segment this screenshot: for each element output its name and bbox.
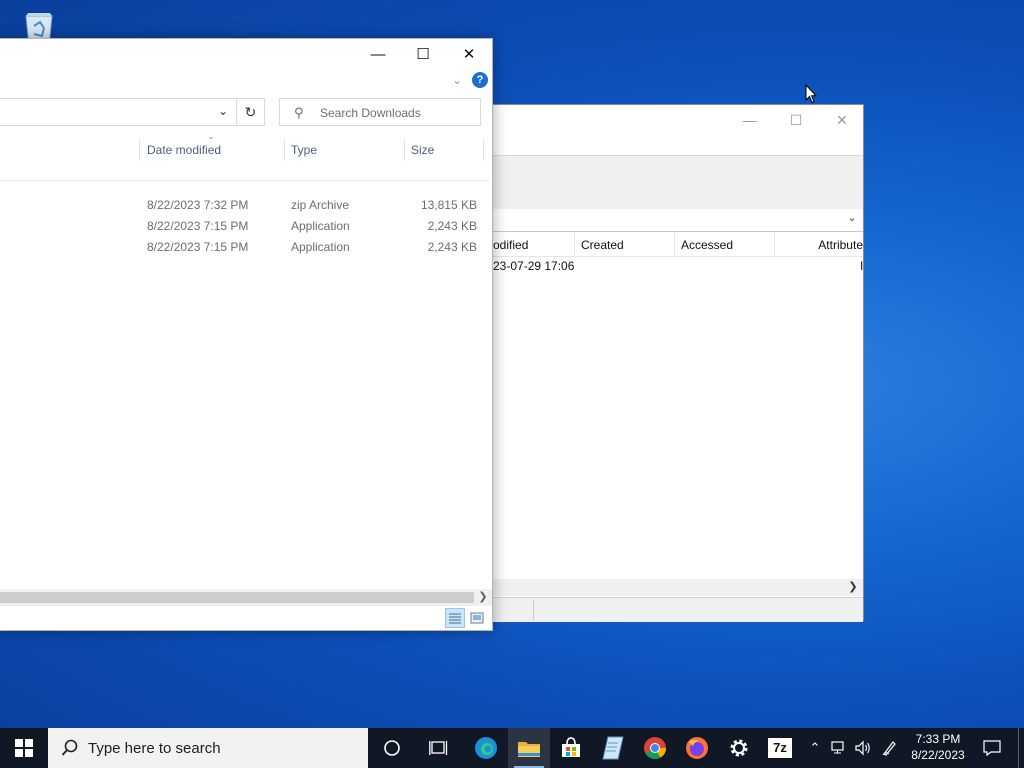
- sevenzip-titlebar[interactable]: — ☐ ✕: [471, 105, 863, 135]
- column-separator: [139, 139, 140, 161]
- file-type: Application: [291, 219, 350, 233]
- expand-ribbon-icon[interactable]: ⌄: [452, 73, 462, 87]
- volume-icon[interactable]: [852, 728, 874, 768]
- settings-icon[interactable]: [718, 728, 760, 768]
- network-icon[interactable]: [828, 728, 850, 768]
- column-separator: [404, 139, 405, 161]
- minimize-icon[interactable]: —: [727, 105, 773, 135]
- windows-icon: [15, 739, 33, 757]
- store-icon[interactable]: [550, 728, 592, 768]
- column-separator: [284, 139, 285, 161]
- search-icon: [61, 739, 78, 756]
- column-modified[interactable]: odified: [489, 232, 575, 256]
- column-created[interactable]: Created: [575, 232, 675, 256]
- clock-date: 8/22/2023: [911, 748, 965, 762]
- column-accessed[interactable]: Accessed: [675, 232, 775, 256]
- status-divider: [533, 600, 534, 620]
- help-icon[interactable]: ?: [472, 72, 488, 88]
- 7zip-icon[interactable]: 7z: [760, 728, 800, 768]
- notifications-icon[interactable]: [978, 728, 1006, 768]
- row-modified: 23-07-29 17:06: [493, 259, 575, 273]
- maximize-icon[interactable]: ☐: [773, 105, 819, 135]
- address-bar[interactable]: ⌄: [0, 98, 237, 126]
- file-type: zip Archive: [291, 198, 350, 212]
- sevenzip-window[interactable]: — ☐ ✕ ⌄ odified Created Accessed Attribu…: [470, 104, 864, 622]
- clock-time: 7:33 PM: [915, 732, 961, 746]
- sevenzip-list-header: odified Created Accessed Attribute: [471, 232, 863, 257]
- taskbar-search-placeholder: Type here to search: [88, 740, 221, 757]
- file-size: 2,243 KB: [427, 240, 477, 254]
- show-desktop-button[interactable]: [1018, 728, 1019, 768]
- file-date: 8/22/2023 7:15 PM: [147, 240, 249, 254]
- file-size: 13,815 KB: [420, 198, 477, 212]
- minimize-icon[interactable]: —: [355, 39, 401, 69]
- refresh-icon[interactable]: ↻: [236, 98, 265, 126]
- horizontal-scrollbar[interactable]: ❯: [0, 589, 492, 606]
- taskbar: Type here to search 7z ⌃ 7:33 PM 8/22/20…: [0, 728, 1024, 768]
- file-size: 2,243 KB: [427, 219, 477, 233]
- close-icon[interactable]: ✕: [819, 105, 865, 135]
- notepad-icon[interactable]: [592, 728, 634, 768]
- mouse-cursor: [805, 83, 818, 107]
- large-icons-view-icon[interactable]: [469, 610, 485, 626]
- show-hidden-icons-icon[interactable]: ⌃: [805, 728, 825, 768]
- sevenzip-toolbar: [471, 155, 863, 211]
- taskbar-search-input[interactable]: Type here to search: [48, 728, 368, 768]
- header-divider: [0, 180, 489, 181]
- task-view-icon[interactable]: [416, 728, 462, 768]
- firefox-icon[interactable]: [676, 728, 718, 768]
- start-button[interactable]: [0, 728, 48, 768]
- file-type: Application: [291, 240, 350, 254]
- chevron-down-icon[interactable]: ⌄: [845, 211, 859, 227]
- column-date-modified[interactable]: Date modified: [147, 141, 221, 161]
- edge-icon[interactable]: [464, 728, 508, 768]
- column-size[interactable]: Size: [411, 141, 434, 161]
- cortana-icon[interactable]: [370, 728, 414, 768]
- scroll-right-icon[interactable]: ❯: [477, 589, 489, 606]
- scroll-right-icon[interactable]: ❯: [847, 579, 859, 596]
- column-attributes[interactable]: Attribute: [775, 232, 865, 256]
- address-dropdown-icon[interactable]: ⌄: [218, 104, 228, 118]
- file-explorer-icon[interactable]: [508, 728, 550, 768]
- pen-icon[interactable]: [878, 728, 902, 768]
- search-placeholder: Search Downloads: [320, 106, 421, 120]
- close-icon[interactable]: ✕: [446, 39, 492, 69]
- sevenzip-horizontal-scrollbar[interactable]: ❯: [471, 579, 863, 596]
- sevenzip-address-bar[interactable]: ⌄: [471, 209, 863, 232]
- column-separator: [483, 139, 484, 161]
- column-type[interactable]: Type: [291, 141, 317, 161]
- row-attributes: I: [860, 259, 864, 273]
- sevenzip-status-bar: [471, 597, 863, 622]
- system-clock[interactable]: 7:33 PM 8/22/2023: [905, 731, 971, 763]
- search-input[interactable]: ⚲ Search Downloads: [279, 98, 481, 126]
- search-icon: ⚲: [294, 105, 304, 120]
- maximize-icon[interactable]: ☐: [400, 39, 446, 69]
- scrollbar-thumb[interactable]: [0, 592, 474, 603]
- file-explorer-window[interactable]: — ☐ ✕ ⌄ ? ⌄ ↻ ⚲ Search Downloads ⌄ Date …: [0, 38, 493, 631]
- details-view-icon[interactable]: [445, 608, 465, 628]
- chrome-icon[interactable]: [634, 728, 676, 768]
- file-date: 8/22/2023 7:32 PM: [147, 198, 249, 212]
- file-date: 8/22/2023 7:15 PM: [147, 219, 249, 233]
